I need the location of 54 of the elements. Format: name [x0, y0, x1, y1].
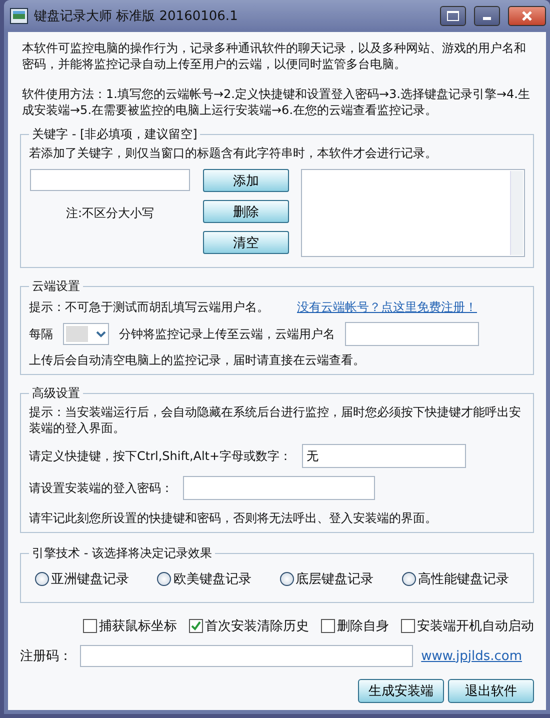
close-button[interactable] [508, 6, 546, 26]
app-icon [10, 8, 28, 24]
password-field[interactable] [183, 476, 375, 500]
interval-text: 分钟将监控记录上传至云端，云端用户名 [119, 326, 335, 342]
registration-field[interactable] [80, 645, 414, 667]
cloud-hint: 提示：不可急于测试而胡乱填写云端用户名。 [29, 299, 269, 316]
keyword-button[interactable]: 删除 [203, 200, 289, 223]
maximize-icon [447, 11, 459, 21]
checkbox[interactable] [83, 619, 97, 633]
password-label: 请设置安装端的登入密码： [29, 480, 173, 496]
checkbox[interactable] [321, 619, 335, 633]
hotkey-field[interactable]: 无 [302, 444, 466, 468]
minimize-button[interactable] [474, 6, 500, 26]
keyword-hint: 若添加了关键字，则仅当窗口的标题含有此字符串时，本软件才会进行记录。 [29, 145, 438, 161]
radio-button[interactable] [157, 572, 172, 586]
group-title: 高级设置 [31, 385, 81, 402]
keyword-field[interactable] [30, 169, 190, 191]
intro-text: 本软件可监控电脑的操作行为，记录多种通讯软件的聊天记录，以及多种网站、游戏的用户名和密码，并能将监控记录自动上传至用户的云端，以便同时监管多台电脑。 [22, 40, 527, 72]
interval-label: 每隔 [29, 326, 53, 342]
engine-option[interactable]: 欧美键盘记录 [157, 570, 252, 588]
advanced-hint: 提示：当安装端运行后，会自动隐藏在系统后台进行监控，届时您必须按下快捷键才能呼出安装端的登入界面。 [29, 404, 522, 436]
engine-option[interactable]: 底层键盘记录 [280, 570, 374, 588]
option-checkbox[interactable]: 安装端开机自动启动 [401, 617, 534, 635]
group-title: 关键字 - [非必填项，建议留空] [31, 126, 198, 143]
cloud-note: 上传后会自动清空电脑上的监控记录，届时请直接在云端查看。 [29, 352, 366, 368]
hotkey-label: 请定义快捷键，按下Ctrl,Shift,Alt+字母或数字： [29, 448, 292, 464]
action-button[interactable]: 生成安装端 [358, 679, 444, 703]
radio-button[interactable] [280, 572, 294, 586]
chevron-down-icon [96, 330, 106, 338]
registration-label: 注册码： [20, 648, 72, 665]
checkmark-icon [191, 621, 201, 631]
username-field[interactable] [345, 322, 479, 346]
group-title: 云端设置 [31, 278, 81, 295]
checkbox[interactable] [401, 619, 415, 633]
engine-option[interactable]: 高性能键盘记录 [402, 570, 509, 588]
register-link[interactable]: 没有云端帐号？点这里免费注册！ [297, 299, 477, 316]
action-button[interactable]: 退出软件 [448, 679, 534, 703]
maximize-button[interactable] [440, 6, 466, 26]
engine-option[interactable]: 亚洲键盘记录 [35, 570, 129, 588]
window-title: 键盘记录大师 标准版 20160106.1 [34, 8, 239, 25]
option-checkbox[interactable]: 删除自身 [321, 617, 389, 635]
option-checkbox[interactable]: 首次安装清除历史 [189, 617, 309, 635]
radio-button[interactable] [402, 572, 416, 586]
website-link[interactable]: www.jpjlds.com [421, 648, 522, 664]
group-title: 引擎技术 - 该选择将决定记录效果 [31, 545, 213, 562]
intro-text: 软件使用方法：1.填写您的云端帐号→2.定义快捷键和设置登入密码→3.选择键盘记录引擎→4.生成安装端→5.在需要被监控的电脑上运行安装端→6.在您的云端查看监控记录。 [22, 86, 531, 118]
keyword-button[interactable]: 添加 [203, 169, 289, 192]
option-checkbox[interactable]: 捕获鼠标坐标 [83, 617, 177, 635]
radio-button[interactable] [35, 572, 49, 586]
advanced-note: 请牢记此刻您所设置的快捷键和密码，否则将无法呼出、登入安装端的界面。 [29, 510, 438, 526]
keyword-button[interactable]: 清空 [203, 231, 289, 254]
close-icon [521, 10, 533, 22]
checkbox[interactable] [189, 619, 203, 633]
keyword-note: 注:不区分大小写 [66, 205, 154, 222]
